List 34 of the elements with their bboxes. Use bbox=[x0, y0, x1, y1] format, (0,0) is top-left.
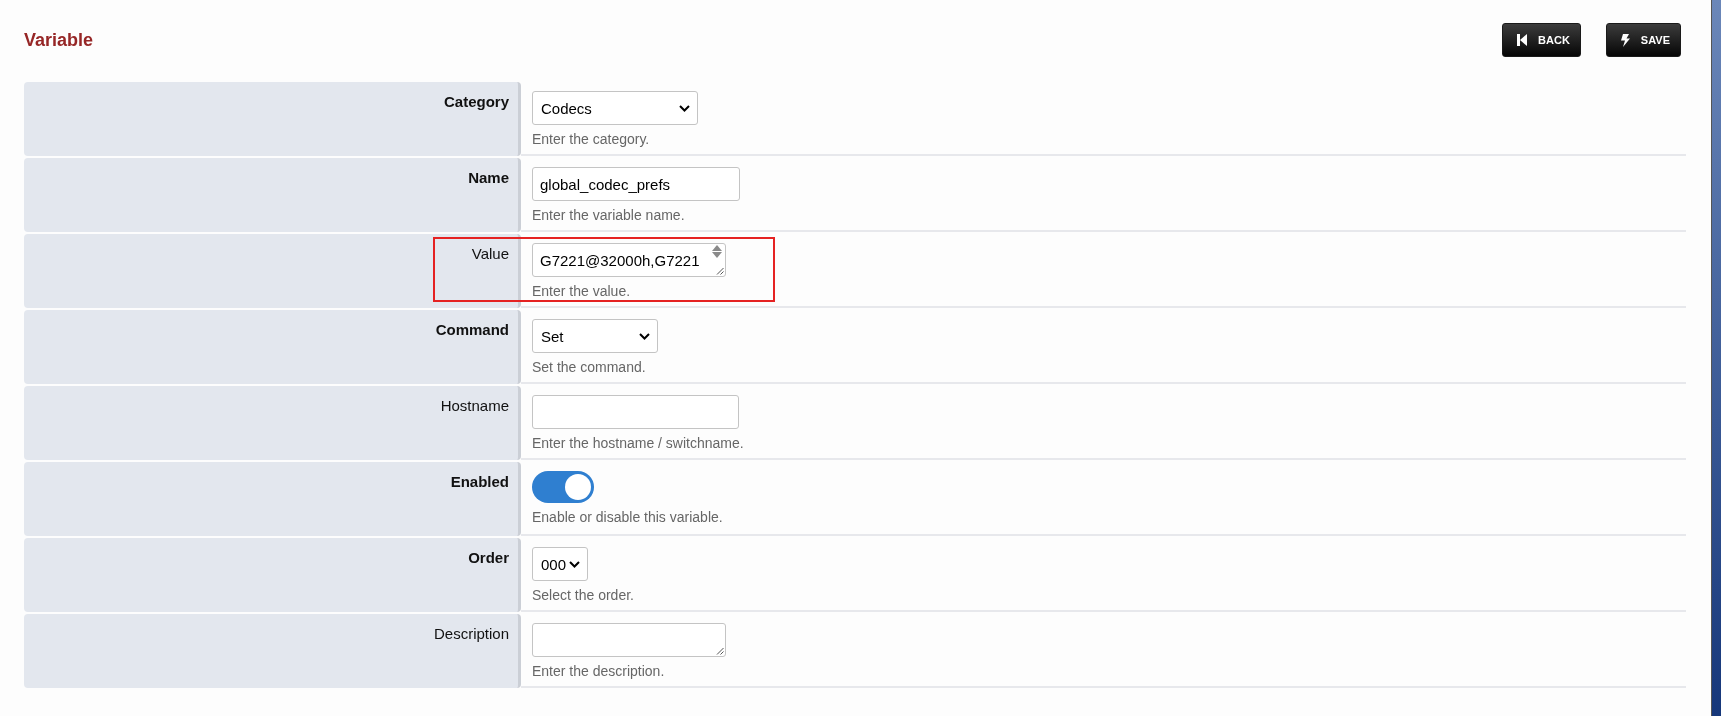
help-text: Select the order. bbox=[532, 587, 634, 603]
skip-back-icon bbox=[1517, 34, 1528, 46]
lightning-bolt-icon bbox=[1620, 33, 1630, 47]
field-label: Command bbox=[24, 310, 521, 384]
help-text: Enter the variable name. bbox=[532, 207, 685, 223]
dropdown-select[interactable]: Set bbox=[532, 319, 658, 353]
chevron-down-icon bbox=[639, 332, 650, 340]
chevron-down-icon bbox=[679, 104, 690, 112]
field-label: Category bbox=[24, 82, 521, 156]
field-label: Order bbox=[24, 538, 521, 612]
page-title: Variable bbox=[24, 29, 94, 51]
dropdown-select[interactable]: 000 bbox=[532, 547, 588, 581]
dropdown-select[interactable]: Codecs bbox=[532, 91, 698, 125]
back-button[interactable]: BACK bbox=[1502, 23, 1581, 57]
field-label: Name bbox=[24, 158, 521, 232]
field-label: Description bbox=[24, 614, 521, 688]
text-input[interactable]: global_codec_prefs bbox=[532, 167, 740, 201]
toggle-switch[interactable] bbox=[532, 471, 594, 503]
help-text: Enter the description. bbox=[532, 663, 665, 679]
field-label: Hostname bbox=[24, 386, 521, 460]
help-text: Enable or disable this variable. bbox=[532, 509, 723, 525]
text-area[interactable]: G7221@32000h,G7221 bbox=[532, 243, 726, 277]
save-button[interactable]: SAVE bbox=[1605, 23, 1681, 57]
text-input[interactable] bbox=[532, 395, 739, 429]
resize-grip-icon bbox=[716, 647, 724, 655]
field-label: Value bbox=[24, 234, 521, 308]
help-text: Enter the value. bbox=[532, 283, 631, 299]
help-text: Enter the hostname / switchname. bbox=[532, 435, 744, 451]
resize-grip-icon bbox=[716, 267, 724, 275]
text-area[interactable] bbox=[532, 623, 726, 657]
field-label: Enabled bbox=[24, 462, 521, 536]
help-text: Set the command. bbox=[532, 359, 646, 375]
help-text: Enter the category. bbox=[532, 131, 650, 147]
chevron-down-icon bbox=[569, 560, 580, 568]
